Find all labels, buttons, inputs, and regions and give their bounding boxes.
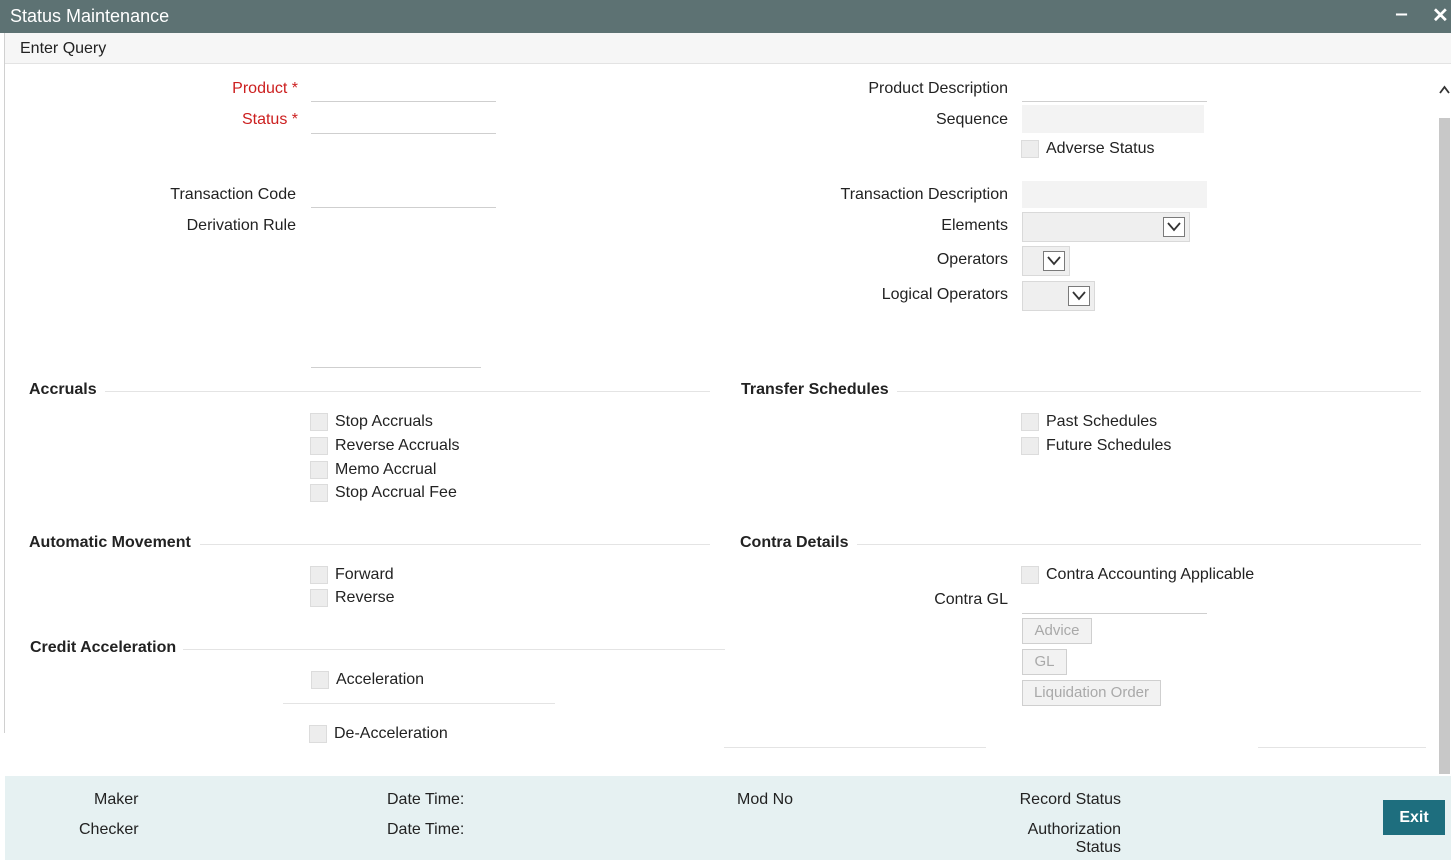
operators-select[interactable] (1022, 246, 1070, 276)
stop-accrual-fee-label: Stop Accrual Fee (335, 484, 457, 501)
contra-accounting-applicable-checkbox[interactable] (1021, 566, 1039, 584)
enter-query-menu-item[interactable]: Enter Query (20, 40, 106, 58)
transaction-description-field (1022, 181, 1207, 208)
reverse-checkbox[interactable] (310, 589, 328, 607)
reverse-accruals-label: Reverse Accruals (335, 437, 460, 454)
product-description-input[interactable] (1022, 72, 1211, 103)
record-status-label: Record Status (1019, 791, 1121, 808)
past-schedules-label: Past Schedules (1046, 413, 1158, 430)
elements-label: Elements (941, 217, 1008, 234)
chevron-down-icon (1043, 251, 1065, 271)
left-border (0, 33, 5, 733)
reverse-accruals-checkbox[interactable] (310, 437, 328, 455)
forward-label: Forward (335, 566, 394, 583)
window-title: Status Maintenance (10, 6, 170, 26)
elements-select[interactable] (1022, 212, 1190, 242)
gl-button[interactable]: GL (1022, 649, 1067, 675)
acceleration-label: Acceleration (336, 671, 425, 688)
sequence-label: Sequence (935, 111, 1008, 128)
maker-date-time-label: Date Time: (387, 791, 465, 808)
automatic-movement-section-title: Automatic Movement (29, 534, 191, 551)
status-input[interactable] (311, 104, 500, 135)
bottom-rule-middle (724, 747, 986, 748)
de-acceleration-checkbox[interactable] (309, 725, 327, 743)
product-input[interactable] (311, 72, 500, 103)
derivation-rule-label: Derivation Rule (186, 217, 296, 234)
contra-details-section-title: Contra Details (740, 534, 849, 551)
close-icon[interactable]: ✕ (1432, 3, 1449, 28)
transaction-description-label: Transaction Description (840, 186, 1008, 203)
chevron-down-icon (1163, 217, 1185, 237)
scrollbar-thumb[interactable] (1439, 118, 1450, 774)
credit-acceleration-section-title: Credit Acceleration (30, 639, 177, 656)
future-schedules-checkbox[interactable] (1021, 437, 1039, 455)
advice-button[interactable]: Advice (1022, 618, 1092, 644)
exit-button[interactable]: Exit (1383, 800, 1445, 835)
authorization-status-label-line2: Status (1075, 839, 1121, 856)
liquidation-order-button[interactable]: Liquidation Order (1022, 680, 1161, 706)
logical-operators-label: Logical Operators (881, 286, 1008, 303)
accruals-section-title: Accruals (29, 381, 97, 398)
de-acceleration-label: De-Acceleration (334, 725, 448, 742)
scroll-up-icon[interactable] (1438, 82, 1451, 98)
transfer-schedules-section-title: Transfer Schedules (741, 381, 889, 398)
reverse-label: Reverse (335, 589, 395, 606)
automatic-movement-divider (200, 544, 710, 545)
contra-details-divider (857, 544, 1421, 545)
derivation-rule-input[interactable] (311, 338, 485, 369)
authorization-status-label-line1: Authorization (1027, 821, 1121, 838)
stop-accruals-label: Stop Accruals (335, 413, 433, 430)
forward-checkbox[interactable] (310, 566, 328, 584)
stop-accruals-checkbox[interactable] (310, 413, 328, 431)
mod-no-label: Mod No (737, 791, 794, 808)
bottom-rule-right (1258, 747, 1426, 748)
transaction-code-label: Transaction Code (170, 186, 296, 203)
acceleration-separator (283, 703, 555, 704)
transfer-schedules-divider (897, 391, 1421, 392)
chevron-down-icon (1068, 286, 1090, 306)
past-schedules-checkbox[interactable] (1021, 413, 1039, 431)
stop-accrual-fee-checkbox[interactable] (310, 484, 328, 502)
credit-acceleration-divider (183, 649, 725, 650)
audit-footer (5, 776, 1451, 860)
sequence-field (1022, 105, 1204, 133)
contra-gl-input[interactable] (1022, 584, 1211, 615)
maker-label: Maker (94, 791, 139, 808)
minimize-icon[interactable]: ‒ (1396, 3, 1407, 26)
contra-gl-label: Contra GL (934, 591, 1008, 608)
product-description-label: Product Description (868, 80, 1008, 97)
memo-accrual-label: Memo Accrual (335, 461, 437, 478)
title-bar: Status Maintenance ‒ ✕ (0, 0, 1451, 33)
adverse-status-label: Adverse Status (1046, 140, 1155, 157)
memo-accrual-checkbox[interactable] (310, 461, 328, 479)
checker-label: Checker (79, 821, 139, 838)
acceleration-checkbox[interactable] (311, 671, 329, 689)
operators-label: Operators (936, 251, 1008, 268)
product-label: Product * (232, 80, 298, 97)
contra-accounting-applicable-label: Contra Accounting Applicable (1046, 566, 1255, 583)
menu-bar: Enter Query (3, 33, 1451, 64)
checker-date-time-label: Date Time: (387, 821, 465, 838)
adverse-status-checkbox[interactable] (1021, 140, 1039, 158)
accruals-divider (105, 391, 710, 392)
status-label: Status * (241, 111, 298, 128)
transaction-code-input[interactable] (311, 178, 500, 209)
logical-operators-select[interactable] (1022, 281, 1095, 311)
future-schedules-label: Future Schedules (1046, 437, 1172, 454)
